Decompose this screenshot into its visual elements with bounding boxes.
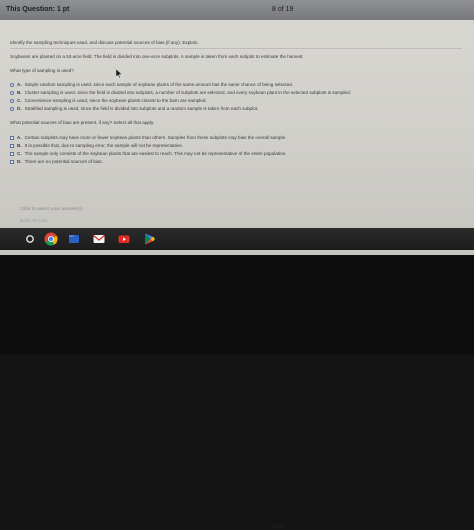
question-label: This Question: 1 pt [6, 6, 70, 13]
gmail-icon[interactable] [92, 232, 106, 251]
part2-option-a[interactable]: A. Certain subplots may have more or few… [10, 135, 286, 140]
play-store-icon[interactable] [142, 232, 156, 251]
option-letter: A. [17, 82, 22, 87]
checkbox[interactable] [10, 143, 14, 148]
option-letter: B. [17, 143, 22, 148]
option-letter: A. [17, 135, 22, 140]
question-header-bar: This Question: 1 pt 8 of 19 [0, 0, 474, 20]
part1-option-a[interactable]: A. Simple random sampling is used, since… [10, 82, 293, 87]
checkbox[interactable] [10, 159, 14, 164]
back-button[interactable]: Back To Calc [20, 219, 48, 224]
option-text: Stratified sampling is used, since the f… [24, 106, 259, 111]
option-letter: B. [17, 90, 22, 95]
option-letter: D. [17, 159, 22, 164]
option-text: Cluster sampling is used, since the fiel… [24, 90, 351, 95]
part2-option-b[interactable]: B. It is possible that, due to sampling … [10, 143, 183, 148]
answer-hint: Click to select your answer(s). [20, 207, 84, 212]
option-text: There are no potential sources of bias. [24, 159, 103, 164]
question-scenario: Soybeans are planted on a 53-acre field.… [10, 54, 304, 59]
option-text: The sample only consists of the soybean … [24, 151, 287, 156]
divider [10, 48, 462, 49]
os-shelf [0, 228, 474, 250]
radio-button[interactable] [10, 90, 14, 95]
chrome-icon[interactable] [44, 232, 58, 251]
option-text: Certain subplots may have more or fewer … [24, 135, 287, 140]
question-intro: Identify the sampling techniques used, a… [10, 40, 199, 45]
part2-option-c[interactable]: C. The sample only consists of the soybe… [10, 151, 287, 156]
option-text: Simple random sampling is used, since ea… [24, 82, 293, 87]
radio-button[interactable] [10, 82, 14, 87]
checkbox[interactable] [10, 135, 14, 140]
checkbox[interactable] [10, 151, 14, 156]
part1-option-d[interactable]: D. Stratified sampling is used, since th… [10, 106, 258, 111]
radio-button[interactable] [10, 106, 14, 111]
youtube-icon[interactable] [117, 232, 131, 251]
radio-button[interactable] [10, 98, 14, 103]
part1-prompt: What type of sampling is used? [10, 68, 74, 73]
brand-logo: acer [272, 524, 288, 530]
mouse-cursor-icon [116, 69, 122, 78]
files-icon[interactable] [67, 232, 81, 251]
option-letter: D. [17, 106, 22, 111]
launcher-icon[interactable] [23, 232, 37, 251]
part2-option-d[interactable]: D. There are no potential sources of bia… [10, 159, 103, 164]
part1-option-c[interactable]: C. Convenience sampling is used, since t… [10, 98, 207, 103]
option-text: Convenience sampling is used, since the … [24, 98, 207, 103]
part2-prompt: What potential sources of bias are prese… [10, 120, 155, 125]
question-counter: 8 of 19 [272, 6, 294, 13]
option-letter: C. [17, 151, 22, 156]
browser-screen: This Question: 1 pt 8 of 19 Identify the… [0, 0, 474, 255]
option-text: It is possible that, due to sampling err… [24, 143, 183, 148]
part1-option-b[interactable]: B. Cluster sampling is used, since the f… [10, 90, 351, 95]
laptop-bezel: acer [0, 255, 474, 530]
option-letter: C. [17, 98, 22, 103]
